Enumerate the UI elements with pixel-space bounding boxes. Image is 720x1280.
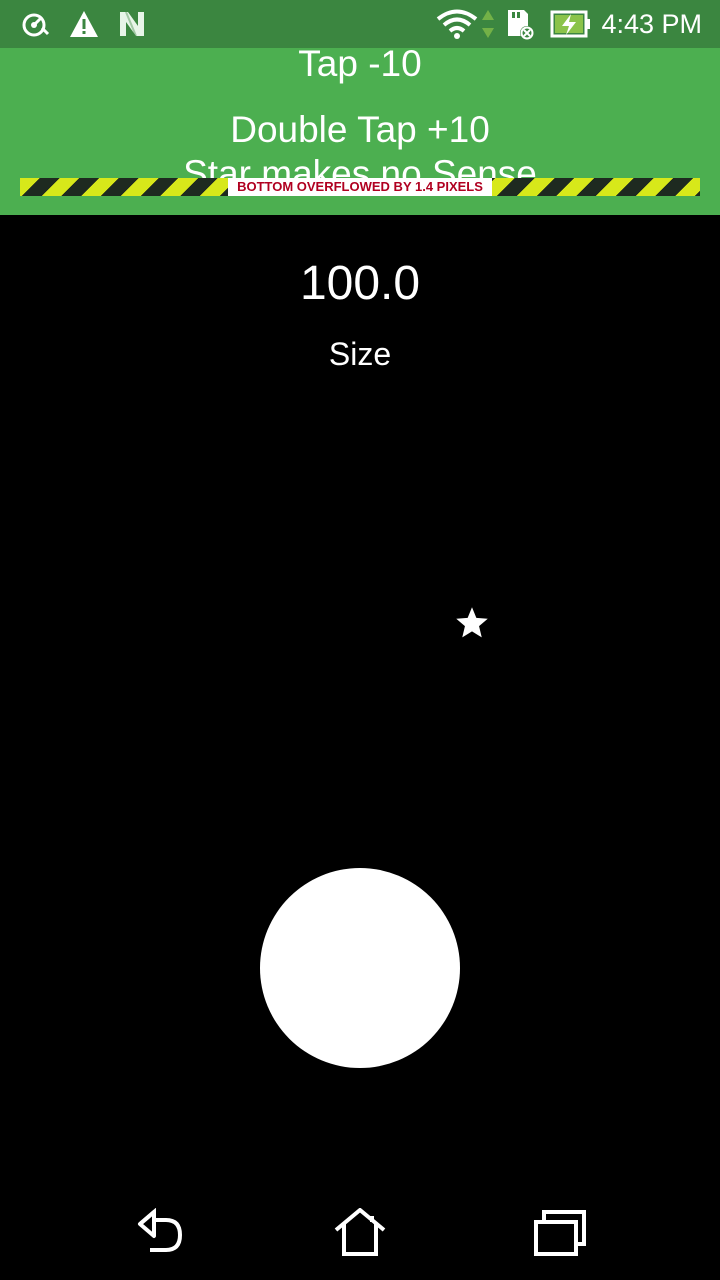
data-saver-icon: [22, 13, 50, 37]
instruction-double-tap: Double Tap +10: [230, 109, 490, 150]
size-value: 100.0: [299, 257, 421, 310]
size-circle[interactable]: [260, 868, 460, 1068]
recents-icon[interactable]: [532, 1208, 588, 1258]
wifi-icon: [436, 9, 478, 39]
status-time: 4:43 PM: [601, 9, 702, 39]
warning-icon: [70, 11, 98, 37]
size-label: Size: [328, 336, 392, 372]
instruction-tap: Tap -10: [298, 48, 422, 84]
n-icon: [120, 11, 144, 37]
data-arrows-icon: [482, 10, 494, 38]
instructions-header: Tap -10 Double Tap +10 Star makes no Sen…: [0, 48, 720, 215]
app-screen: 4:43 PM Tap -10 Double Tap +10 Star make…: [0, 0, 720, 1280]
battery-charging-icon: [550, 10, 590, 38]
sd-card-icon: [508, 10, 534, 40]
back-icon[interactable]: [132, 1208, 188, 1258]
home-icon[interactable]: [332, 1208, 388, 1258]
overflow-warning-label: BOTTOM OVERFLOWED BY 1.4 PIXELS: [228, 178, 492, 196]
status-bar: 4:43 PM: [0, 0, 720, 48]
star-icon[interactable]: [454, 605, 490, 641]
navigation-bar: [0, 1184, 720, 1280]
